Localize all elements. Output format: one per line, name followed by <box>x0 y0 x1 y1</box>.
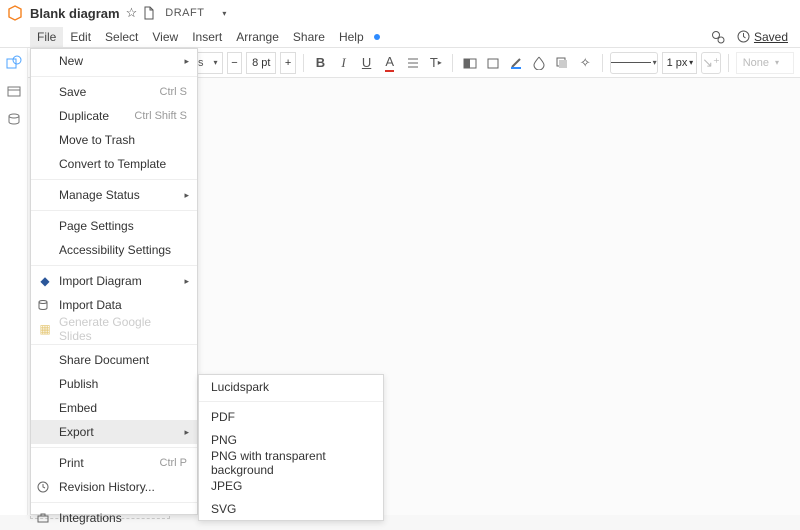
notification-dot-icon <box>374 34 380 40</box>
star-icon[interactable]: ☆ <box>126 5 138 21</box>
menu-arrange[interactable]: Arrange <box>229 27 286 47</box>
underline-icon[interactable]: U <box>357 52 376 74</box>
page-icon[interactable] <box>143 6 155 20</box>
file-duplicate[interactable]: DuplicateCtrl Shift S <box>31 104 197 128</box>
arrow-style-icon[interactable]: ↘⁺ <box>701 52 721 74</box>
container-tool-icon[interactable] <box>5 82 23 100</box>
menu-insert[interactable]: Insert <box>185 27 229 47</box>
export-lucidspark[interactable]: Lucidspark <box>199 375 383 398</box>
file-save[interactable]: SaveCtrl S <box>31 80 197 104</box>
file-page-settings[interactable]: Page Settings <box>31 214 197 238</box>
file-embed[interactable]: Embed <box>31 396 197 420</box>
effects-icon[interactable]: ✧ <box>576 52 595 74</box>
export-svg[interactable]: SVG <box>199 497 383 520</box>
file-convert-to-template[interactable]: Convert to Template <box>31 152 197 176</box>
fill-color-icon[interactable] <box>460 52 479 74</box>
file-integrations[interactable]: Integrations <box>31 506 197 530</box>
file-generate-google-slides: ▦ Generate Google Slides <box>31 317 197 341</box>
history-icon <box>37 481 53 493</box>
file-import-data[interactable]: Import Data <box>31 293 197 317</box>
left-rail <box>0 48 28 515</box>
export-jpeg[interactable]: JPEG <box>199 474 383 497</box>
border-color-icon[interactable] <box>483 52 502 74</box>
file-print[interactable]: PrintCtrl P <box>31 451 197 475</box>
file-new[interactable]: New▸ <box>31 49 197 73</box>
line-width-select[interactable]: 1 px▾ <box>662 52 697 74</box>
file-share-document[interactable]: Share Document <box>31 348 197 372</box>
saved-indicator[interactable]: Saved <box>737 30 788 44</box>
menu-bar: File Edit Select View Insert Arrange Sha… <box>0 26 800 48</box>
shapes-tool-icon[interactable] <box>5 54 23 72</box>
status-dropdown-caret[interactable]: ▾ <box>210 9 226 18</box>
file-manage-status[interactable]: Manage Status▸ <box>31 183 197 207</box>
align-icon[interactable] <box>403 52 422 74</box>
saved-label: Saved <box>754 30 788 44</box>
clock-icon <box>737 30 750 43</box>
export-submenu: Lucidspark PDF PNG PNG with transparent … <box>198 374 384 521</box>
shape-fill-select[interactable]: None▾ <box>736 52 794 74</box>
bold-icon[interactable]: B <box>311 52 330 74</box>
file-publish[interactable]: Publish <box>31 372 197 396</box>
line-color-icon[interactable] <box>506 52 525 74</box>
text-options-icon[interactable]: T▸ <box>426 52 445 74</box>
google-slides-icon: ▦ <box>37 322 53 336</box>
title-bar: Blank diagram ☆ DRAFT ▾ <box>0 0 800 26</box>
file-export[interactable]: Export▸ <box>31 420 197 444</box>
font-size-increase[interactable]: + <box>280 52 296 74</box>
file-import-diagram[interactable]: ◆ Import Diagram▸ <box>31 269 197 293</box>
export-pdf[interactable]: PDF <box>199 405 383 428</box>
export-png-transparent[interactable]: PNG with transparent background <box>199 451 383 474</box>
italic-icon[interactable]: I <box>334 52 353 74</box>
file-revision-history[interactable]: Revision History... <box>31 475 197 499</box>
line-style-icon[interactable]: ▾ <box>610 52 658 74</box>
font-size-decrease[interactable]: − <box>227 52 243 74</box>
menu-edit[interactable]: Edit <box>63 27 98 47</box>
draft-status[interactable]: DRAFT <box>165 7 204 19</box>
document-title[interactable]: Blank diagram <box>30 6 120 21</box>
database-icon <box>37 299 53 311</box>
app-logo-icon <box>6 4 24 22</box>
file-accessibility-settings[interactable]: Accessibility Settings <box>31 238 197 262</box>
opacity-icon[interactable] <box>529 52 548 74</box>
text-color-icon[interactable]: A <box>380 52 399 74</box>
visio-icon: ◆ <box>37 274 53 288</box>
shadow-icon[interactable] <box>553 52 572 74</box>
briefcase-icon <box>37 512 53 524</box>
menu-help[interactable]: Help <box>332 27 371 47</box>
search-icon[interactable] <box>711 30 725 44</box>
menu-share[interactable]: Share <box>286 27 332 47</box>
menu-view[interactable]: View <box>145 27 185 47</box>
menu-file[interactable]: File <box>30 27 63 47</box>
file-move-to-trash[interactable]: Move to Trash <box>31 128 197 152</box>
menu-select[interactable]: Select <box>98 27 145 47</box>
font-size-input[interactable]: 8 pt <box>246 52 276 74</box>
file-menu-dropdown: New▸ SaveCtrl S DuplicateCtrl Shift S Mo… <box>30 48 198 515</box>
data-tool-icon[interactable] <box>5 110 23 128</box>
